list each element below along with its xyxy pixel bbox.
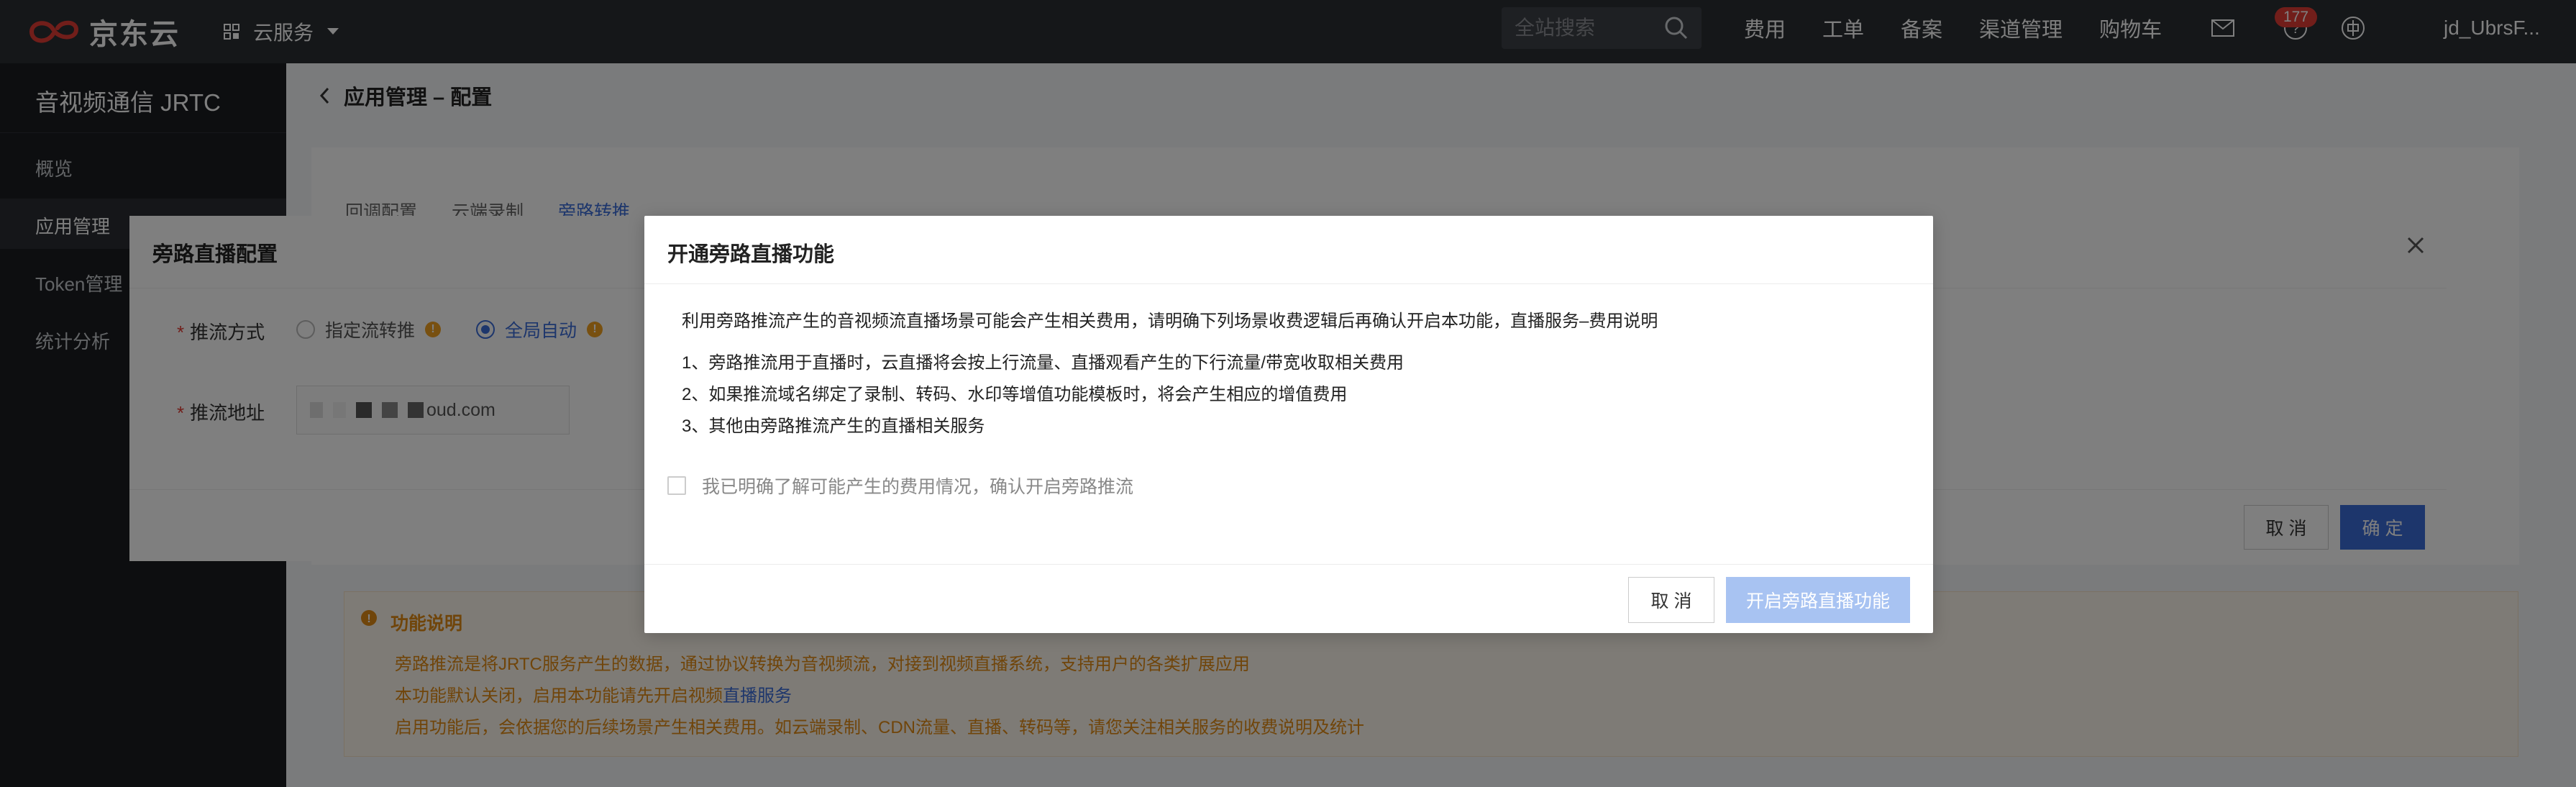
dialog-footer-divider (644, 564, 1933, 565)
dialog-intro: 利用旁路推流产生的音视频流直播场景可能会产生相关费用，请明确下列场景收费逻辑后再… (682, 311, 1658, 331)
dialog-header-divider (644, 283, 1933, 284)
confirm-checkbox-row[interactable]: 我已明确了解可能产生的费用情况，确认开启旁路推流 (667, 473, 1133, 499)
confirm-checkbox[interactable] (667, 476, 686, 495)
dialog-item-3: 3、其他由旁路推流产生的直播相关服务 (682, 417, 985, 436)
dialog-cancel-button[interactable]: 取 消 (1628, 577, 1714, 623)
dialog-item-1: 1、旁路推流用于直播时，云直播将会按上行流量、直播观看产生的下行流量/带宽收取相… (682, 353, 1405, 373)
dialog-item-2: 2、如果推流域名绑定了录制、转码、水印等增值功能模板时，将会产生相应的增值费用 (682, 385, 1348, 404)
dialog-title: 开通旁路直播功能 (667, 243, 835, 266)
confirm-checkbox-label[interactable]: 我已明确了解可能产生的费用情况，确认开启旁路推流 (702, 473, 1133, 499)
enable-bypass-live-dialog: 开通旁路直播功能 利用旁路推流产生的音视频流直播场景可能会产生相关费用，请明确下… (644, 216, 1933, 633)
enable-bypass-live-button[interactable]: 开启旁路直播功能 (1726, 577, 1910, 623)
